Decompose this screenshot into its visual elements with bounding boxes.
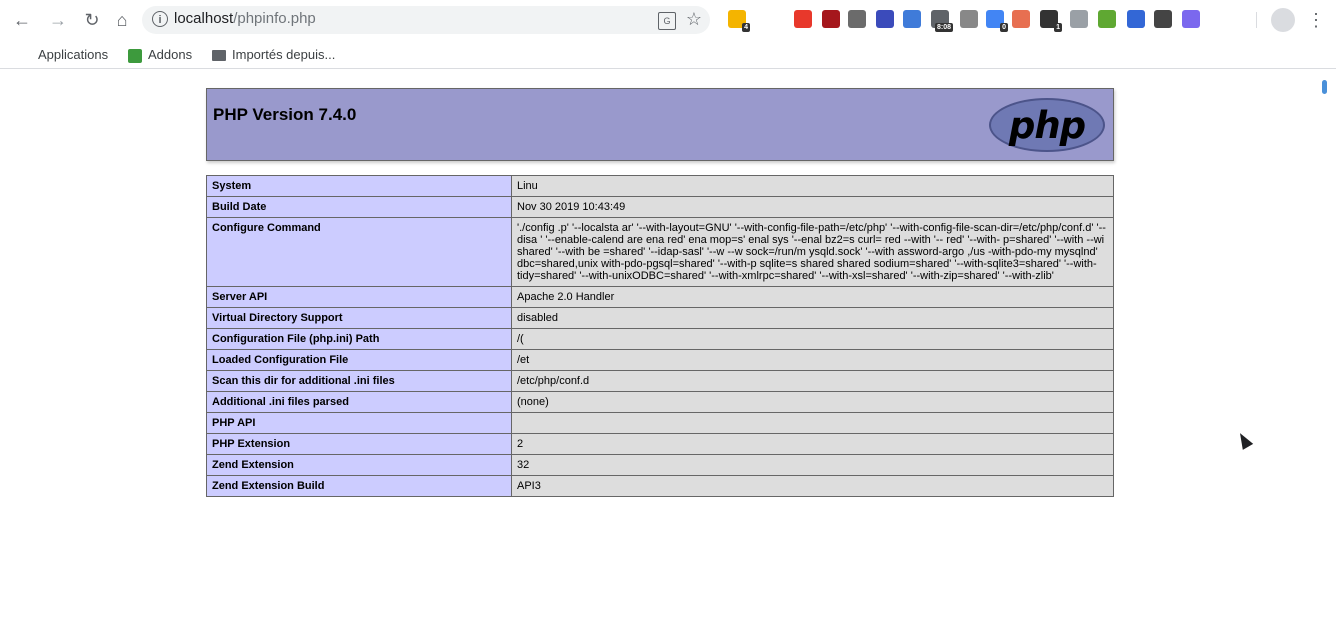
reload-icon[interactable]: ↻ [80, 8, 104, 32]
c-icon[interactable] [1182, 10, 1200, 28]
ext-yellow-icon[interactable]: 4 [728, 10, 750, 32]
row-value: 32 [511, 454, 1114, 476]
extension-badge: 4 [742, 23, 750, 32]
url-host: localhost [174, 10, 234, 27]
clock-icon[interactable]: 8:08 [931, 10, 953, 32]
row-value: Nov 30 2019 10:43:49 [511, 196, 1114, 218]
flag-icon[interactable]: 1 [1040, 10, 1062, 32]
row-key: Configuration File (php.ini) Path [206, 328, 512, 350]
table-row: PHP Extension 2 [206, 433, 1114, 455]
url-text[interactable]: localhost/phpinfo.php [174, 10, 316, 27]
block-icon[interactable] [876, 10, 894, 28]
dots-icon[interactable] [960, 10, 978, 28]
folder-icon [212, 50, 226, 62]
row-value: disabled [511, 307, 1114, 329]
table-row: Scan this dir for additional .ini files /… [206, 370, 1114, 392]
square-icon[interactable] [1154, 10, 1172, 28]
apps-grid-icon [18, 49, 32, 63]
table-row: Additional .ini files parsed (none) [206, 391, 1114, 413]
scrollbar-thumb[interactable] [1322, 80, 1327, 94]
table-row: Build Date Nov 30 2019 10:43:49 [206, 196, 1114, 218]
row-value: /( [511, 328, 1114, 350]
download-icon[interactable] [1098, 10, 1116, 28]
info-icon[interactable]: i [152, 11, 168, 27]
bookmark-addons-label: Addons [148, 47, 193, 62]
row-value: Linu [511, 175, 1114, 197]
bookmark-imported-label: Importés depuis... [232, 47, 336, 62]
table-row: Zend Extension Build API3 [206, 475, 1114, 497]
table-row: PHP API [206, 412, 1114, 434]
person-icon[interactable]: 0 [986, 10, 1008, 32]
row-value: Apache 2.0 Handler [511, 286, 1114, 308]
bird-icon[interactable] [848, 10, 866, 28]
puzzle-icon [128, 48, 142, 63]
row-value: /etc/php/conf.d [511, 370, 1114, 392]
camera-icon[interactable] [1012, 10, 1030, 28]
toolbar-divider [1256, 12, 1257, 28]
shield-icon[interactable] [1070, 10, 1088, 28]
profile-avatar[interactable] [1271, 8, 1295, 32]
font-icon[interactable] [761, 10, 779, 28]
extension-badge: 1 [1054, 23, 1062, 32]
php-version-title: PHP Version 7.4.0 [213, 105, 357, 124]
php-logo-text: php [1008, 104, 1086, 147]
table-row: Server API Apache 2.0 Handler [206, 286, 1114, 308]
php-info-table: System Linu Build Date Nov 30 2019 10:43:49… [206, 175, 1114, 497]
row-value: API3 [511, 475, 1114, 497]
row-value: './config .p' '--localsta ar' '--with-la… [511, 217, 1114, 287]
table-row: Virtual Directory Support disabled [206, 307, 1114, 329]
bookmark-imported-folder[interactable]: Importés depuis... [212, 46, 335, 64]
table-row: Configuration File (php.ini) Path/( [206, 328, 1114, 350]
menu-icon[interactable]: ⋮ [1307, 8, 1325, 32]
row-value [511, 412, 1114, 434]
row-value: 2 [511, 433, 1114, 455]
row-key: Virtual Directory Support [206, 307, 512, 329]
bookmark-apps-label: Applications [38, 47, 109, 62]
address-bar[interactable]: i localhost/phpinfo.php G ☆ [142, 6, 710, 34]
row-key: Zend Extension Build [206, 475, 512, 497]
table-row: System Linu [206, 175, 1114, 197]
bookmark-star-icon[interactable]: ☆ [686, 9, 702, 30]
translate-icon[interactable]: G [658, 12, 676, 30]
row-key: PHP API [206, 412, 512, 434]
s-icon[interactable] [903, 10, 921, 28]
row-key: Configure Command [206, 217, 512, 287]
row-key: Additional .ini files parsed [206, 391, 512, 413]
table-row: Configure Command './config .p' '--locals… [206, 217, 1114, 287]
adblock-icon[interactable] [794, 10, 812, 28]
extension-badge: 0 [1000, 23, 1008, 32]
row-key: PHP Extension [206, 433, 512, 455]
mouse-cursor-icon [1234, 430, 1254, 450]
row-key: Loaded Configuration File [206, 349, 512, 371]
row-value: /et [511, 349, 1114, 371]
php-logo[interactable]: php [989, 98, 1105, 152]
v-icon[interactable] [1127, 10, 1145, 28]
table-row: Loaded Configuration File/et [206, 349, 1114, 371]
bookmarks-bar: Applications Addons Importés depuis... [0, 40, 1336, 69]
bookmark-addons[interactable]: Addons [128, 46, 192, 64]
row-key: Zend Extension [206, 454, 512, 476]
row-key: Build Date [206, 196, 512, 218]
extension-badge: 8:08 [934, 23, 953, 32]
row-key: Server API [206, 286, 512, 308]
url-path: /phpinfo.php [233, 10, 316, 27]
ublock-icon[interactable] [822, 10, 840, 28]
php-version-header: PHP Version 7.4.0 php [206, 88, 1114, 161]
row-key: Scan this dir for additional .ini files [206, 370, 512, 392]
bookmark-apps[interactable]: Applications [18, 46, 108, 64]
back-icon[interactable]: ← [10, 8, 34, 32]
row-value: (none) [511, 391, 1114, 413]
browser-toolbar: ← → ↻ ⌂ i localhost/phpinfo.php G ☆ 4 8:0… [0, 0, 1336, 40]
table-row: Zend Extension 32 [206, 454, 1114, 476]
row-key: System [206, 175, 512, 197]
home-icon[interactable]: ⌂ [110, 8, 134, 32]
phpinfo-page: PHP Version 7.4.0 php System Linu Build Da… [206, 88, 1114, 497]
forward-icon[interactable]: → [46, 8, 70, 32]
